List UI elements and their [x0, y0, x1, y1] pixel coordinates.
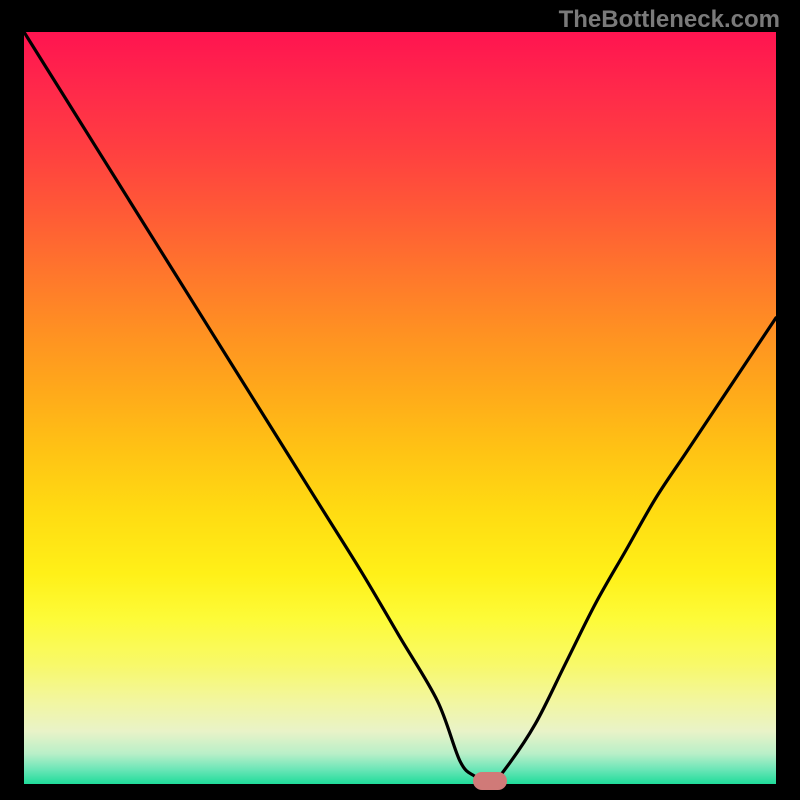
chart-container: TheBottleneck.com: [0, 0, 800, 800]
plot-area: [24, 32, 776, 784]
optimal-marker: [473, 772, 507, 790]
watermark-text: TheBottleneck.com: [559, 6, 780, 34]
bottleneck-curve: [24, 32, 776, 784]
